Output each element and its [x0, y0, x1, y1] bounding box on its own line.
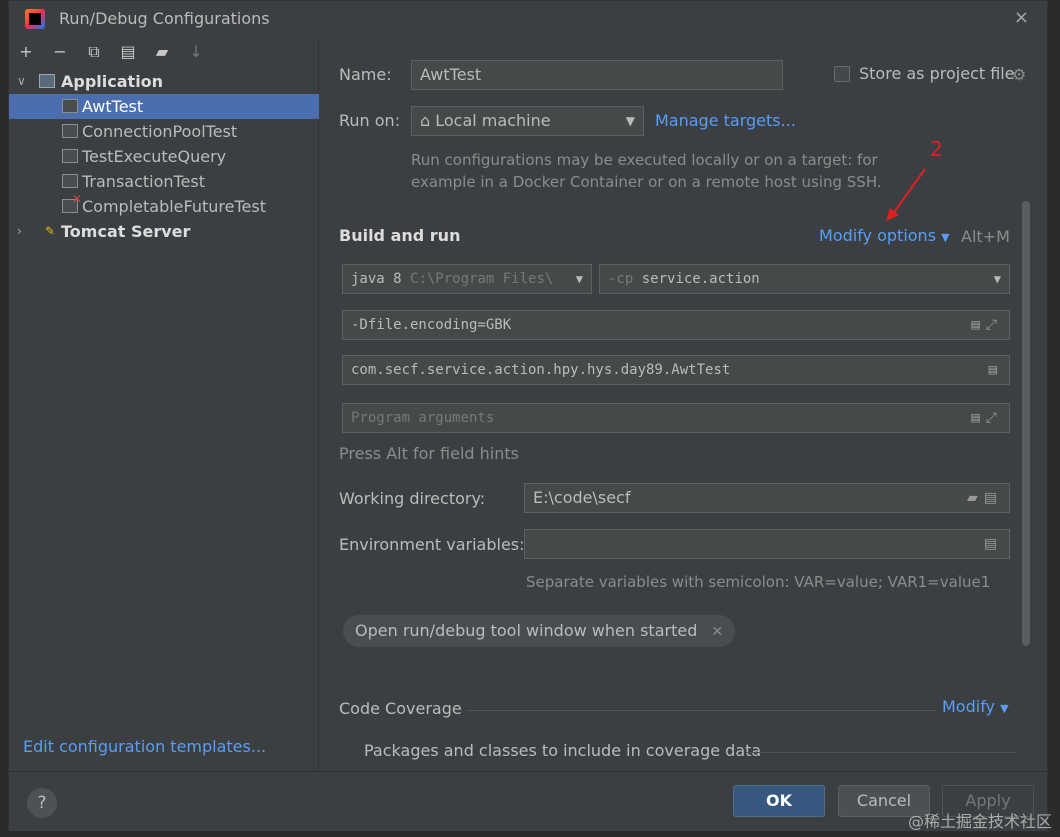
tree-item-label: CompletableFutureTest — [82, 197, 266, 216]
edit-icon[interactable]: ▤ — [984, 530, 1003, 558]
manage-targets-link[interactable]: Manage targets... — [655, 111, 796, 130]
run-debug-dialog: Run/Debug Configurations × + − ⧉ ▤ ▰ ↓ ∨… — [8, 0, 1048, 831]
remove-icon[interactable]: − — [49, 41, 71, 63]
working-directory-label: Working directory: — [339, 489, 486, 508]
run-on-select[interactable]: ⌂ Local machine ▼ — [411, 106, 644, 136]
tree-item-transactiontest[interactable]: TransactionTest — [9, 169, 319, 194]
configurations-pane: + − ⧉ ▤ ▰ ↓ ∨ Application AwtTest Connec… — [9, 37, 319, 771]
tomcat-icon: ✎ — [45, 224, 56, 238]
name-label: Name: — [339, 65, 392, 84]
chevron-down-icon: ▼ — [625, 114, 635, 128]
main-class-value: com.secf.service.action.hpy.hys.day89.Aw… — [351, 362, 731, 378]
gear-icon[interactable]: ⚙ — [1012, 65, 1026, 84]
tree-item-awttest[interactable]: AwtTest — [9, 94, 319, 119]
expand-icon[interactable]: ▤⤢ — [971, 404, 1003, 432]
title-bar: Run/Debug Configurations × — [9, 1, 1047, 37]
store-as-project-label[interactable]: Store as project file — [859, 64, 1015, 83]
folder-icon[interactable]: ▰▤ — [967, 484, 1003, 512]
section-divider — [746, 752, 1016, 753]
configurations-toolbar: + − ⧉ ▤ ▰ ↓ — [15, 41, 207, 65]
save-icon[interactable]: ▤ — [117, 41, 139, 63]
run-on-value: Local machine — [435, 111, 551, 130]
browse-icon[interactable]: ▤ — [989, 356, 1003, 384]
tree-item-label: Application — [61, 72, 164, 91]
code-coverage-title: Code Coverage — [339, 699, 462, 718]
config-icon — [62, 124, 78, 138]
working-directory-value: E:\code\secf — [533, 488, 631, 507]
config-icon — [62, 149, 78, 163]
chevron-down-icon: ▼ — [941, 231, 950, 244]
tree-item-testexecutequery[interactable]: TestExecuteQuery — [9, 144, 319, 169]
store-as-project-checkbox[interactable] — [834, 66, 850, 82]
main-class-input[interactable]: com.secf.service.action.hpy.hys.day89.Aw… — [342, 355, 1010, 385]
tree-item-label: TestExecuteQuery — [82, 147, 227, 166]
config-icon — [62, 99, 78, 113]
application-icon — [39, 74, 55, 88]
working-directory-input[interactable]: E:\code\secf ▰▤ — [524, 483, 1010, 513]
new-folder-icon[interactable]: ▰ — [151, 41, 173, 63]
configurations-tree: ∨ Application AwtTest ConnectionPoolTest… — [9, 69, 319, 244]
annotation-arrow — [886, 168, 926, 221]
jdk-path: C:\Program Files\ — [410, 271, 554, 287]
expand-icon[interactable]: ▤⤢ — [971, 311, 1003, 339]
tree-item-completablefuturetest[interactable]: ✕ CompletableFutureTest — [9, 193, 319, 219]
program-arguments-input[interactable]: Program arguments ▤⤢ — [342, 403, 1010, 433]
watermark-text: @稀土掘金技术社区 — [907, 812, 1052, 831]
tree-item-label: AwtTest — [82, 97, 144, 116]
intellij-logo-icon — [25, 9, 45, 29]
run-on-label: Run on: — [339, 111, 401, 130]
chevron-down-icon: ▼ — [993, 272, 1001, 286]
section-divider — [466, 710, 936, 711]
build-and-run-title: Build and run — [339, 226, 461, 245]
config-error-icon: ✕ — [62, 193, 82, 213]
tree-item-tomcat-server[interactable]: › ✎ Tomcat Server — [9, 219, 319, 244]
field-hints-text: Press Alt for field hints — [339, 444, 519, 463]
run-info-line-1: Run configurations may be executed local… — [411, 151, 878, 169]
name-input[interactable]: AwtTest — [411, 60, 783, 90]
ok-button[interactable]: OK — [733, 785, 825, 817]
close-icon[interactable]: × — [1014, 7, 1029, 28]
environment-variables-hint: Separate variables with semicolon: VAR=v… — [526, 573, 991, 591]
configuration-form: Name: AwtTest Store as project file ⚙ Ru… — [320, 37, 1048, 771]
chevron-down-icon: ▼ — [1000, 702, 1009, 715]
annotation-number: 2 — [930, 137, 943, 161]
copy-icon[interactable]: ⧉ — [83, 41, 105, 63]
dialog-footer: ? OK Cancel Apply — [9, 771, 1047, 831]
close-icon[interactable]: ✕ — [711, 624, 723, 640]
vm-options-value: -Dfile.encoding=GBK — [351, 317, 512, 333]
tree-item-application[interactable]: ∨ Application — [9, 69, 319, 94]
add-icon[interactable]: + — [15, 41, 37, 63]
jdk-value: java 8 — [351, 271, 402, 287]
open-tool-window-chip[interactable]: Open run/debug tool window when started ✕ — [343, 615, 736, 647]
cp-prefix: -cp — [608, 271, 634, 287]
help-button[interactable]: ? — [27, 788, 57, 818]
program-arguments-placeholder: Program arguments — [351, 410, 495, 426]
open-tool-window-label: Open run/debug tool window when started — [355, 621, 698, 640]
vm-options-input[interactable]: -Dfile.encoding=GBK ▤⤢ — [342, 310, 1010, 340]
vertical-scrollbar[interactable] — [1022, 201, 1030, 646]
environment-variables-label: Environment variables: — [339, 535, 525, 554]
modify-options-link[interactable]: Modify options ▼ — [819, 226, 950, 245]
jdk-select[interactable]: java 8 C:\Program Files\ ▼ — [342, 264, 592, 294]
packages-classes-title: Packages and classes to include in cover… — [364, 741, 762, 760]
tree-item-label: Tomcat Server — [61, 222, 191, 241]
chevron-down-icon: ▼ — [571, 265, 583, 293]
cp-value: service.action — [641, 271, 760, 287]
home-icon: ⌂ — [420, 111, 436, 130]
edit-templates-link[interactable]: Edit configuration templates... — [23, 737, 266, 756]
tree-item-label: TransactionTest — [82, 172, 206, 191]
modify-options-shortcut: Alt+M — [961, 227, 1010, 246]
config-icon — [62, 174, 78, 188]
tree-item-label: ConnectionPoolTest — [82, 122, 238, 141]
environment-variables-input[interactable]: ▤ — [524, 529, 1010, 559]
run-info-line-2: example in a Docker Container or on a re… — [411, 173, 882, 191]
chevron-down-icon[interactable]: ∨ — [17, 69, 29, 94]
dialog-title: Run/Debug Configurations — [59, 9, 270, 28]
modify-coverage-link[interactable]: Modify ▼ — [942, 697, 1009, 716]
chevron-right-icon[interactable]: › — [17, 219, 29, 244]
classpath-select[interactable]: -cp service.action ▼ — [599, 264, 1010, 294]
sort-icon[interactable]: ↓ — [185, 41, 207, 63]
tree-item-connectionpooltest[interactable]: ConnectionPoolTest — [9, 119, 319, 144]
